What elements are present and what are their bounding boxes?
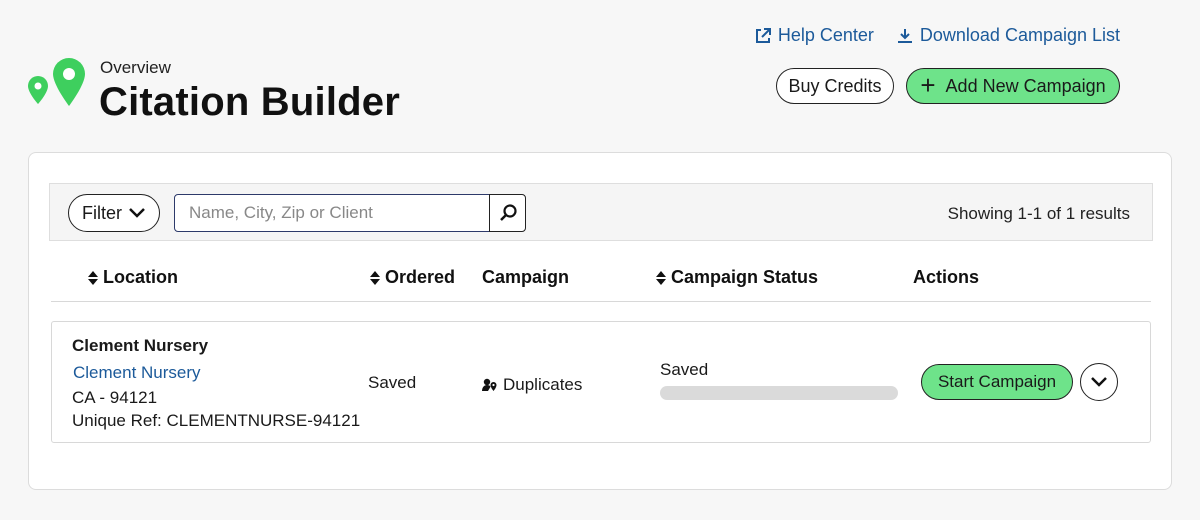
header-links: Help Center Download Campaign List: [754, 25, 1120, 46]
search-icon: [499, 204, 517, 221]
ordered-value: Saved: [368, 373, 417, 392]
location-unique-ref: Unique Ref: CLEMENTNURSE-94121: [72, 411, 361, 430]
row-expand-button[interactable]: [1080, 363, 1118, 401]
add-new-campaign-label: Add New Campaign: [945, 75, 1106, 96]
campaign-list-card: Filter Showing 1-1 of 1 results Location: [28, 152, 1172, 490]
location-link[interactable]: Clement Nursery: [73, 363, 201, 383]
table-row: Clement Nursery Clement Nursery CA - 941…: [51, 321, 1151, 443]
sort-icon: [370, 270, 380, 285]
start-campaign-button[interactable]: Start Campaign: [921, 364, 1073, 400]
sort-icon: [656, 270, 666, 285]
sort-icon: [88, 270, 98, 285]
column-campaign-label: Campaign: [482, 267, 570, 287]
map-pins-logo-icon: [28, 58, 85, 106]
add-new-campaign-button[interactable]: + Add New Campaign: [906, 68, 1120, 104]
column-status-header[interactable]: Campaign Status: [655, 267, 818, 288]
column-status-label: Campaign Status: [671, 267, 819, 287]
location-name: Clement Nursery: [72, 336, 209, 355]
column-actions-header: Actions: [913, 267, 979, 288]
column-location-label: Location: [103, 267, 178, 287]
breadcrumb-overview: Overview: [100, 58, 171, 77]
column-campaign-header: Campaign: [482, 267, 569, 288]
results-count: Showing 1-1 of 1 results: [947, 204, 1130, 223]
download-campaign-list-link[interactable]: Download Campaign List: [896, 25, 1120, 46]
help-center-link[interactable]: Help Center: [754, 25, 874, 46]
external-link-icon: [755, 27, 771, 43]
filter-toolbar: Filter Showing 1-1 of 1 results: [49, 183, 1153, 241]
buy-credits-button[interactable]: Buy Credits: [776, 68, 894, 104]
chevron-down-icon: [1091, 377, 1107, 387]
campaign-type-label: Duplicates: [503, 375, 583, 394]
download-icon: [897, 28, 912, 43]
location-region: CA - 94121: [72, 388, 158, 407]
plus-icon: +: [920, 69, 936, 100]
campaign-status-label: Saved: [660, 360, 709, 379]
download-campaign-list-label: Download Campaign List: [919, 25, 1120, 45]
search-button[interactable]: [489, 194, 526, 232]
column-ordered-header[interactable]: Ordered: [369, 267, 455, 288]
user-pin-icon: [482, 378, 497, 391]
table-header: Location Ordered Campaign Campaign Statu…: [51, 261, 1151, 302]
chevron-down-icon: [129, 208, 145, 218]
campaign-value: Duplicates: [482, 375, 582, 395]
column-location-header[interactable]: Location: [87, 267, 178, 288]
column-ordered-label: Ordered: [385, 267, 456, 287]
campaign-progress-bar: [660, 386, 898, 400]
column-actions-label: Actions: [913, 267, 980, 287]
filter-label: Filter: [82, 202, 122, 223]
help-center-label: Help Center: [777, 25, 874, 45]
page-title: Citation Builder: [99, 80, 400, 124]
filter-button[interactable]: Filter: [68, 194, 160, 232]
search-input[interactable]: [174, 194, 490, 232]
